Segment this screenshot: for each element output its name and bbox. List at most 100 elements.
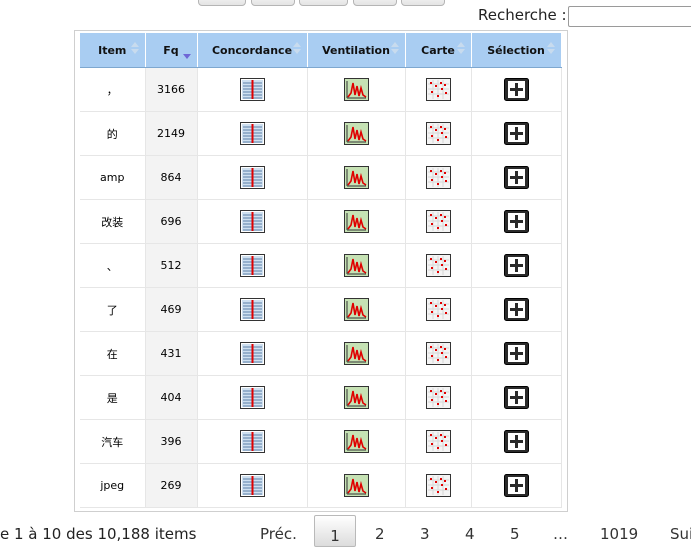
add-to-selection-button-cell	[471, 243, 562, 288]
map-button-cell	[405, 375, 472, 420]
add-to-selection-button-cell	[471, 111, 562, 156]
map-icon[interactable]	[425, 78, 451, 101]
concordance-button-cell	[197, 111, 308, 156]
item-cell: 、	[80, 243, 146, 288]
ventilation-button-cell	[307, 331, 406, 376]
table-row: 的 2149	[80, 111, 562, 156]
ventilation-icon[interactable]	[343, 342, 369, 365]
ventilation-button-cell	[307, 419, 406, 464]
column-header-ventilation[interactable]: Ventilation	[307, 33, 406, 68]
map-icon[interactable]	[425, 342, 451, 365]
add-to-selection-icon[interactable]	[503, 122, 529, 145]
toolbar-button-5[interactable]	[401, 0, 445, 6]
ventilation-button-cell	[307, 199, 406, 244]
ventilation-button-cell	[307, 111, 406, 156]
concordance-icon[interactable]	[239, 210, 265, 233]
frequency-cell: 2149	[145, 111, 198, 156]
search-input[interactable]	[568, 6, 691, 27]
column-header-item[interactable]: Item	[80, 33, 146, 68]
concordance-icon[interactable]	[239, 342, 265, 365]
toolbar-button-1[interactable]	[198, 0, 246, 6]
map-button-cell	[405, 243, 472, 288]
frequency-cell: 469	[145, 287, 198, 332]
map-button-cell	[405, 155, 472, 200]
page-1019-button[interactable]: 1019	[600, 525, 638, 543]
toolbar-button-2[interactable]	[251, 0, 295, 6]
map-button-cell	[405, 199, 472, 244]
page-3-button[interactable]: 3	[420, 525, 430, 543]
map-button-cell	[405, 331, 472, 376]
map-button-cell	[405, 67, 472, 112]
sort-icon	[456, 42, 465, 56]
previous-page-button[interactable]: Préc.	[260, 525, 297, 543]
ventilation-icon[interactable]	[343, 210, 369, 233]
ventilation-icon[interactable]	[343, 78, 369, 101]
concordance-button-cell	[197, 419, 308, 464]
map-icon[interactable]	[425, 254, 451, 277]
table-row: 是 404	[80, 375, 562, 420]
item-cell: amp	[80, 155, 146, 200]
page-4-button[interactable]: 4	[465, 525, 475, 543]
concordance-icon[interactable]	[239, 254, 265, 277]
table-row: ， 3166	[80, 67, 562, 112]
sort-icon	[390, 42, 399, 56]
concordance-icon[interactable]	[239, 298, 265, 321]
add-to-selection-icon[interactable]	[503, 166, 529, 189]
add-to-selection-icon[interactable]	[503, 474, 529, 497]
add-to-selection-icon[interactable]	[503, 254, 529, 277]
page-1-button[interactable]: 1	[314, 515, 356, 547]
column-header-fq[interactable]: Fq	[145, 33, 198, 68]
ventilation-button-cell	[307, 243, 406, 288]
add-to-selection-icon[interactable]	[503, 342, 529, 365]
toolbar-button-4[interactable]	[353, 0, 397, 6]
sort-icon	[292, 42, 301, 56]
page-5-button[interactable]: 5	[510, 525, 520, 543]
concordance-icon[interactable]	[239, 430, 265, 453]
concordance-icon[interactable]	[239, 122, 265, 145]
concordance-button-cell	[197, 199, 308, 244]
next-page-button[interactable]: Sui	[670, 525, 691, 543]
column-header-concordance[interactable]: Concordance	[197, 33, 308, 68]
page-2-button[interactable]: 2	[375, 525, 385, 543]
add-to-selection-button-cell	[471, 331, 562, 376]
pagination-info: e 1 à 10 des 10,188 items	[0, 525, 197, 543]
ventilation-icon[interactable]	[343, 122, 369, 145]
toolbar-button-3[interactable]	[299, 0, 348, 6]
table-row: amp 864	[80, 155, 562, 200]
ventilation-button-cell	[307, 155, 406, 200]
map-icon[interactable]	[425, 122, 451, 145]
map-icon[interactable]	[425, 166, 451, 189]
table-row: 改装 696	[80, 199, 562, 244]
search-label: Recherche :	[478, 6, 567, 24]
column-header-selection[interactable]: Sélection	[471, 33, 562, 68]
ventilation-icon[interactable]	[343, 254, 369, 277]
add-to-selection-icon[interactable]	[503, 210, 529, 233]
ventilation-button-cell	[307, 287, 406, 332]
concordance-icon[interactable]	[239, 78, 265, 101]
add-to-selection-button-cell	[471, 155, 562, 200]
concordance-icon[interactable]	[239, 474, 265, 497]
add-to-selection-icon[interactable]	[503, 430, 529, 453]
item-cell: 在	[80, 331, 146, 376]
ventilation-icon[interactable]	[343, 474, 369, 497]
concordance-icon[interactable]	[239, 166, 265, 189]
map-button-cell	[405, 419, 472, 464]
ventilation-icon[interactable]	[343, 430, 369, 453]
column-header-carte[interactable]: Carte	[405, 33, 472, 68]
map-icon[interactable]	[425, 474, 451, 497]
add-to-selection-icon[interactable]	[503, 386, 529, 409]
ventilation-icon[interactable]	[343, 166, 369, 189]
ventilation-icon[interactable]	[343, 386, 369, 409]
map-icon[interactable]	[425, 386, 451, 409]
add-to-selection-icon[interactable]	[503, 298, 529, 321]
map-button-cell	[405, 111, 472, 156]
map-icon[interactable]	[425, 210, 451, 233]
ventilation-button-cell	[307, 463, 406, 508]
concordance-icon[interactable]	[239, 386, 265, 409]
ventilation-icon[interactable]	[343, 298, 369, 321]
add-to-selection-button-cell	[471, 67, 562, 112]
map-icon[interactable]	[425, 298, 451, 321]
frequency-cell: 404	[145, 375, 198, 420]
map-icon[interactable]	[425, 430, 451, 453]
add-to-selection-icon[interactable]	[503, 78, 529, 101]
